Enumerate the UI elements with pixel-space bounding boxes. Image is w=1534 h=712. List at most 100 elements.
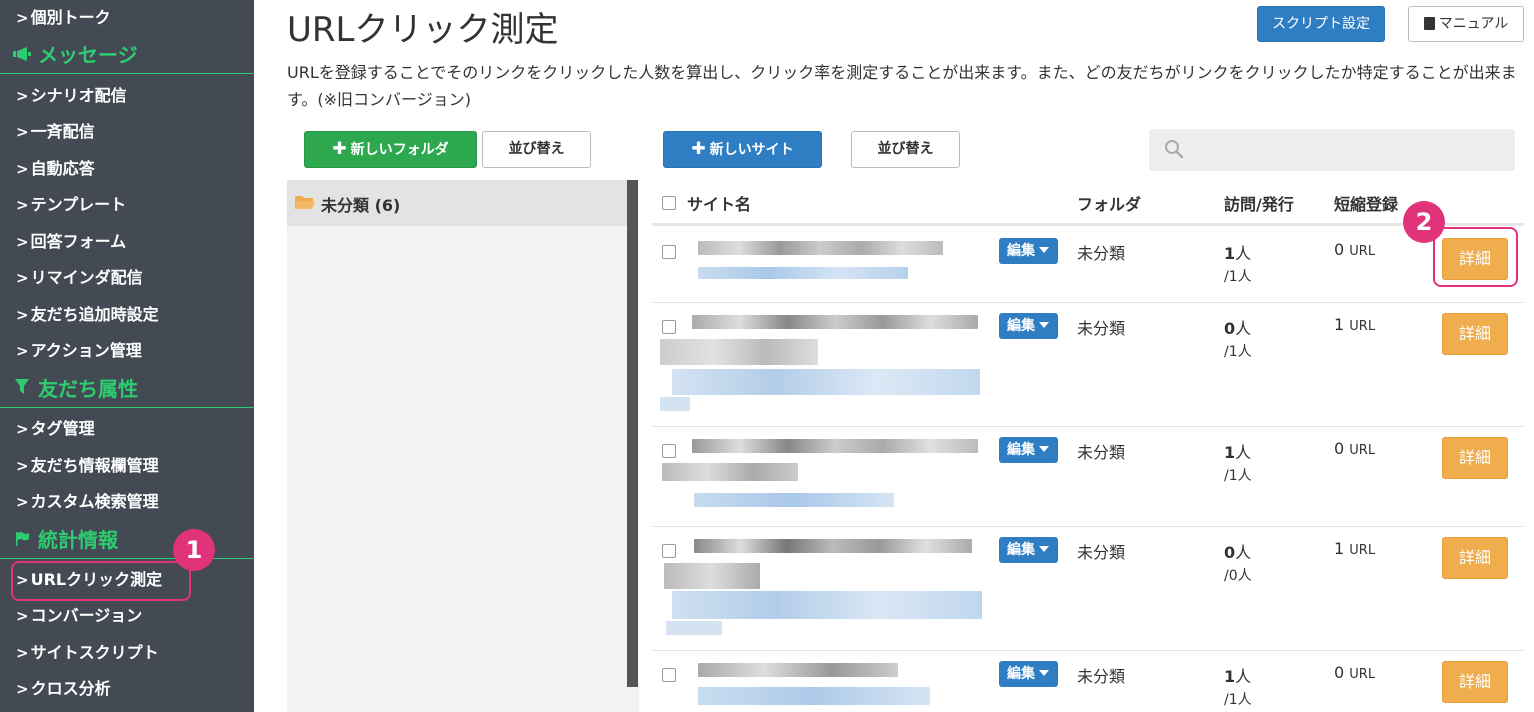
- new-site-button[interactable]: ✚ 新しいサイト: [663, 131, 822, 168]
- sort-folders-button[interactable]: 並び替え: [482, 131, 591, 168]
- chevron-right-icon: >: [16, 9, 29, 27]
- folder-panel-scrollbar[interactable]: [627, 180, 638, 687]
- row-checkbox[interactable]: [662, 245, 676, 259]
- chevron-right-icon: >: [16, 269, 29, 287]
- table-row: 編集 未分類 0人/1人 1 URL 詳細: [652, 303, 1524, 427]
- sidebar-item-action[interactable]: > アクション管理: [16, 339, 142, 363]
- site-name-redacted: [660, 339, 818, 365]
- site-url-redacted[interactable]: [694, 493, 894, 507]
- megaphone-icon: [12, 40, 32, 74]
- table-row: 編集 未分類 0人/0人 1 URL 詳細: [652, 527, 1524, 651]
- sidebar-section-message: メッセージ: [0, 38, 254, 74]
- sidebar-item-tag[interactable]: > タグ管理: [16, 417, 95, 441]
- callout-badge-1: 1: [173, 529, 215, 571]
- sidebar-item-friend-info[interactable]: > 友だち情報欄管理: [16, 454, 159, 478]
- row-checkbox[interactable]: [662, 544, 676, 558]
- sidebar-section-stats: 統計情報: [0, 523, 254, 559]
- column-short-url: 短縮登録: [1334, 195, 1399, 214]
- caret-down-icon: [1039, 546, 1049, 552]
- sidebar-item-cross-analysis[interactable]: > クロス分析: [16, 677, 111, 701]
- chevron-right-icon: >: [16, 342, 29, 360]
- flag-icon: [12, 525, 32, 559]
- chevron-right-icon: >: [16, 306, 29, 324]
- new-folder-button[interactable]: ✚ 新しいフォルダ: [304, 131, 477, 168]
- site-name-redacted: [694, 539, 972, 553]
- chevron-right-icon: >: [16, 87, 29, 105]
- select-all-checkbox[interactable]: [662, 196, 676, 210]
- folder-panel: 未分類 (6): [287, 180, 639, 712]
- row-folder: 未分類: [1077, 667, 1126, 686]
- chevron-right-icon: >: [16, 493, 29, 511]
- edit-dropdown-button[interactable]: 編集: [999, 537, 1058, 563]
- script-settings-button[interactable]: スクリプト設定: [1257, 6, 1385, 42]
- row-folder: 未分類: [1077, 443, 1126, 462]
- sidebar-item-reminder[interactable]: > リマインダ配信: [16, 266, 143, 290]
- page-title: URLクリック測定: [287, 10, 559, 50]
- row-short-url: 0 URL: [1334, 439, 1376, 458]
- detail-button[interactable]: 詳細: [1442, 437, 1508, 479]
- column-folder: フォルダ: [1077, 195, 1142, 214]
- folder-open-icon: [295, 196, 315, 209]
- sidebar-item-broadcast[interactable]: > 一斉配信: [16, 120, 95, 144]
- table-header: サイト名 フォルダ 訪問/発行 短縮登録: [652, 180, 1524, 226]
- sidebar-item-friend-add[interactable]: > 友だち追加時設定: [16, 303, 159, 327]
- book-icon: [1423, 17, 1435, 30]
- chevron-right-icon: >: [16, 607, 29, 625]
- caret-down-icon: [1039, 322, 1049, 328]
- site-url-redacted: [660, 397, 690, 411]
- page-description: URLを登録することでそのリンクをクリックした人数を算出し、クリック率を測定する…: [287, 63, 1517, 109]
- site-url-redacted: [666, 621, 722, 635]
- site-name-redacted: [664, 563, 760, 589]
- site-name-redacted: [698, 241, 943, 255]
- edit-dropdown-button[interactable]: 編集: [999, 238, 1058, 264]
- row-visits: 1人/1人: [1224, 244, 1252, 285]
- row-short-url: 0 URL: [1334, 663, 1376, 682]
- detail-button[interactable]: 詳細: [1442, 661, 1508, 703]
- sidebar-item-individual-talk[interactable]: > 個別トーク: [16, 6, 111, 30]
- site-url-redacted[interactable]: [672, 591, 982, 619]
- chevron-right-icon: >: [16, 644, 29, 662]
- sidebar-item-scenario[interactable]: > シナリオ配信: [16, 84, 127, 108]
- site-name-redacted: [692, 315, 978, 329]
- column-visits: 訪問/発行: [1224, 195, 1294, 214]
- chevron-right-icon: >: [16, 160, 29, 178]
- search-box: [1149, 129, 1515, 171]
- detail-button[interactable]: 詳細: [1442, 537, 1508, 579]
- edit-dropdown-button[interactable]: 編集: [999, 313, 1058, 339]
- table-row: 編集 未分類 1人/1人 0 URL 詳細: [652, 427, 1524, 527]
- site-url-redacted[interactable]: [672, 369, 980, 395]
- filter-icon: [12, 374, 32, 408]
- sidebar-item-form[interactable]: > 回答フォーム: [16, 230, 126, 254]
- sidebar-item-template[interactable]: > テンプレート: [16, 193, 126, 217]
- sidebar-item-site-script[interactable]: > サイトスクリプト: [16, 641, 159, 665]
- edit-dropdown-button[interactable]: 編集: [999, 437, 1058, 463]
- chevron-right-icon: >: [16, 196, 29, 214]
- sidebar-item-conversion[interactable]: > コンバージョン: [16, 604, 142, 628]
- site-table: サイト名 フォルダ 訪問/発行 短縮登録 編集 未分類 1人/1人 0 URL …: [652, 180, 1524, 712]
- plus-icon: ✚: [691, 139, 706, 159]
- search-input[interactable]: [1193, 135, 1503, 165]
- chevron-right-icon: >: [16, 233, 29, 251]
- column-site-name: サイト名: [687, 195, 752, 214]
- site-url-redacted[interactable]: [698, 267, 908, 279]
- row-checkbox[interactable]: [662, 668, 676, 682]
- detail-button-highlight: [1433, 227, 1518, 287]
- chevron-right-icon: >: [16, 457, 29, 475]
- edit-dropdown-button[interactable]: 編集: [999, 661, 1058, 687]
- plus-icon: ✚: [332, 139, 347, 159]
- row-visits: 1人/1人: [1224, 443, 1252, 484]
- row-short-url: 0 URL: [1334, 240, 1376, 259]
- sidebar-item-auto-reply[interactable]: > 自動応答: [16, 157, 95, 181]
- sidebar-item-custom-search[interactable]: > カスタム検索管理: [16, 490, 159, 514]
- site-url-redacted[interactable]: [698, 687, 930, 705]
- sidebar-section-friend-attr: 友だち属性: [0, 372, 254, 408]
- sidebar: > 個別トーク メッセージ > シナリオ配信 > 一斉配信 > 自動応答 > テンプレート…: [0, 0, 254, 712]
- manual-button[interactable]: マニュアル: [1408, 6, 1524, 42]
- folder-item-uncategorized[interactable]: 未分類 (6): [287, 180, 627, 226]
- sort-sites-button[interactable]: 並び替え: [851, 131, 960, 168]
- row-folder: 未分類: [1077, 244, 1126, 263]
- detail-button[interactable]: 詳細: [1442, 313, 1508, 355]
- row-checkbox[interactable]: [662, 320, 676, 334]
- row-checkbox[interactable]: [662, 444, 676, 458]
- row-folder: 未分類: [1077, 319, 1126, 338]
